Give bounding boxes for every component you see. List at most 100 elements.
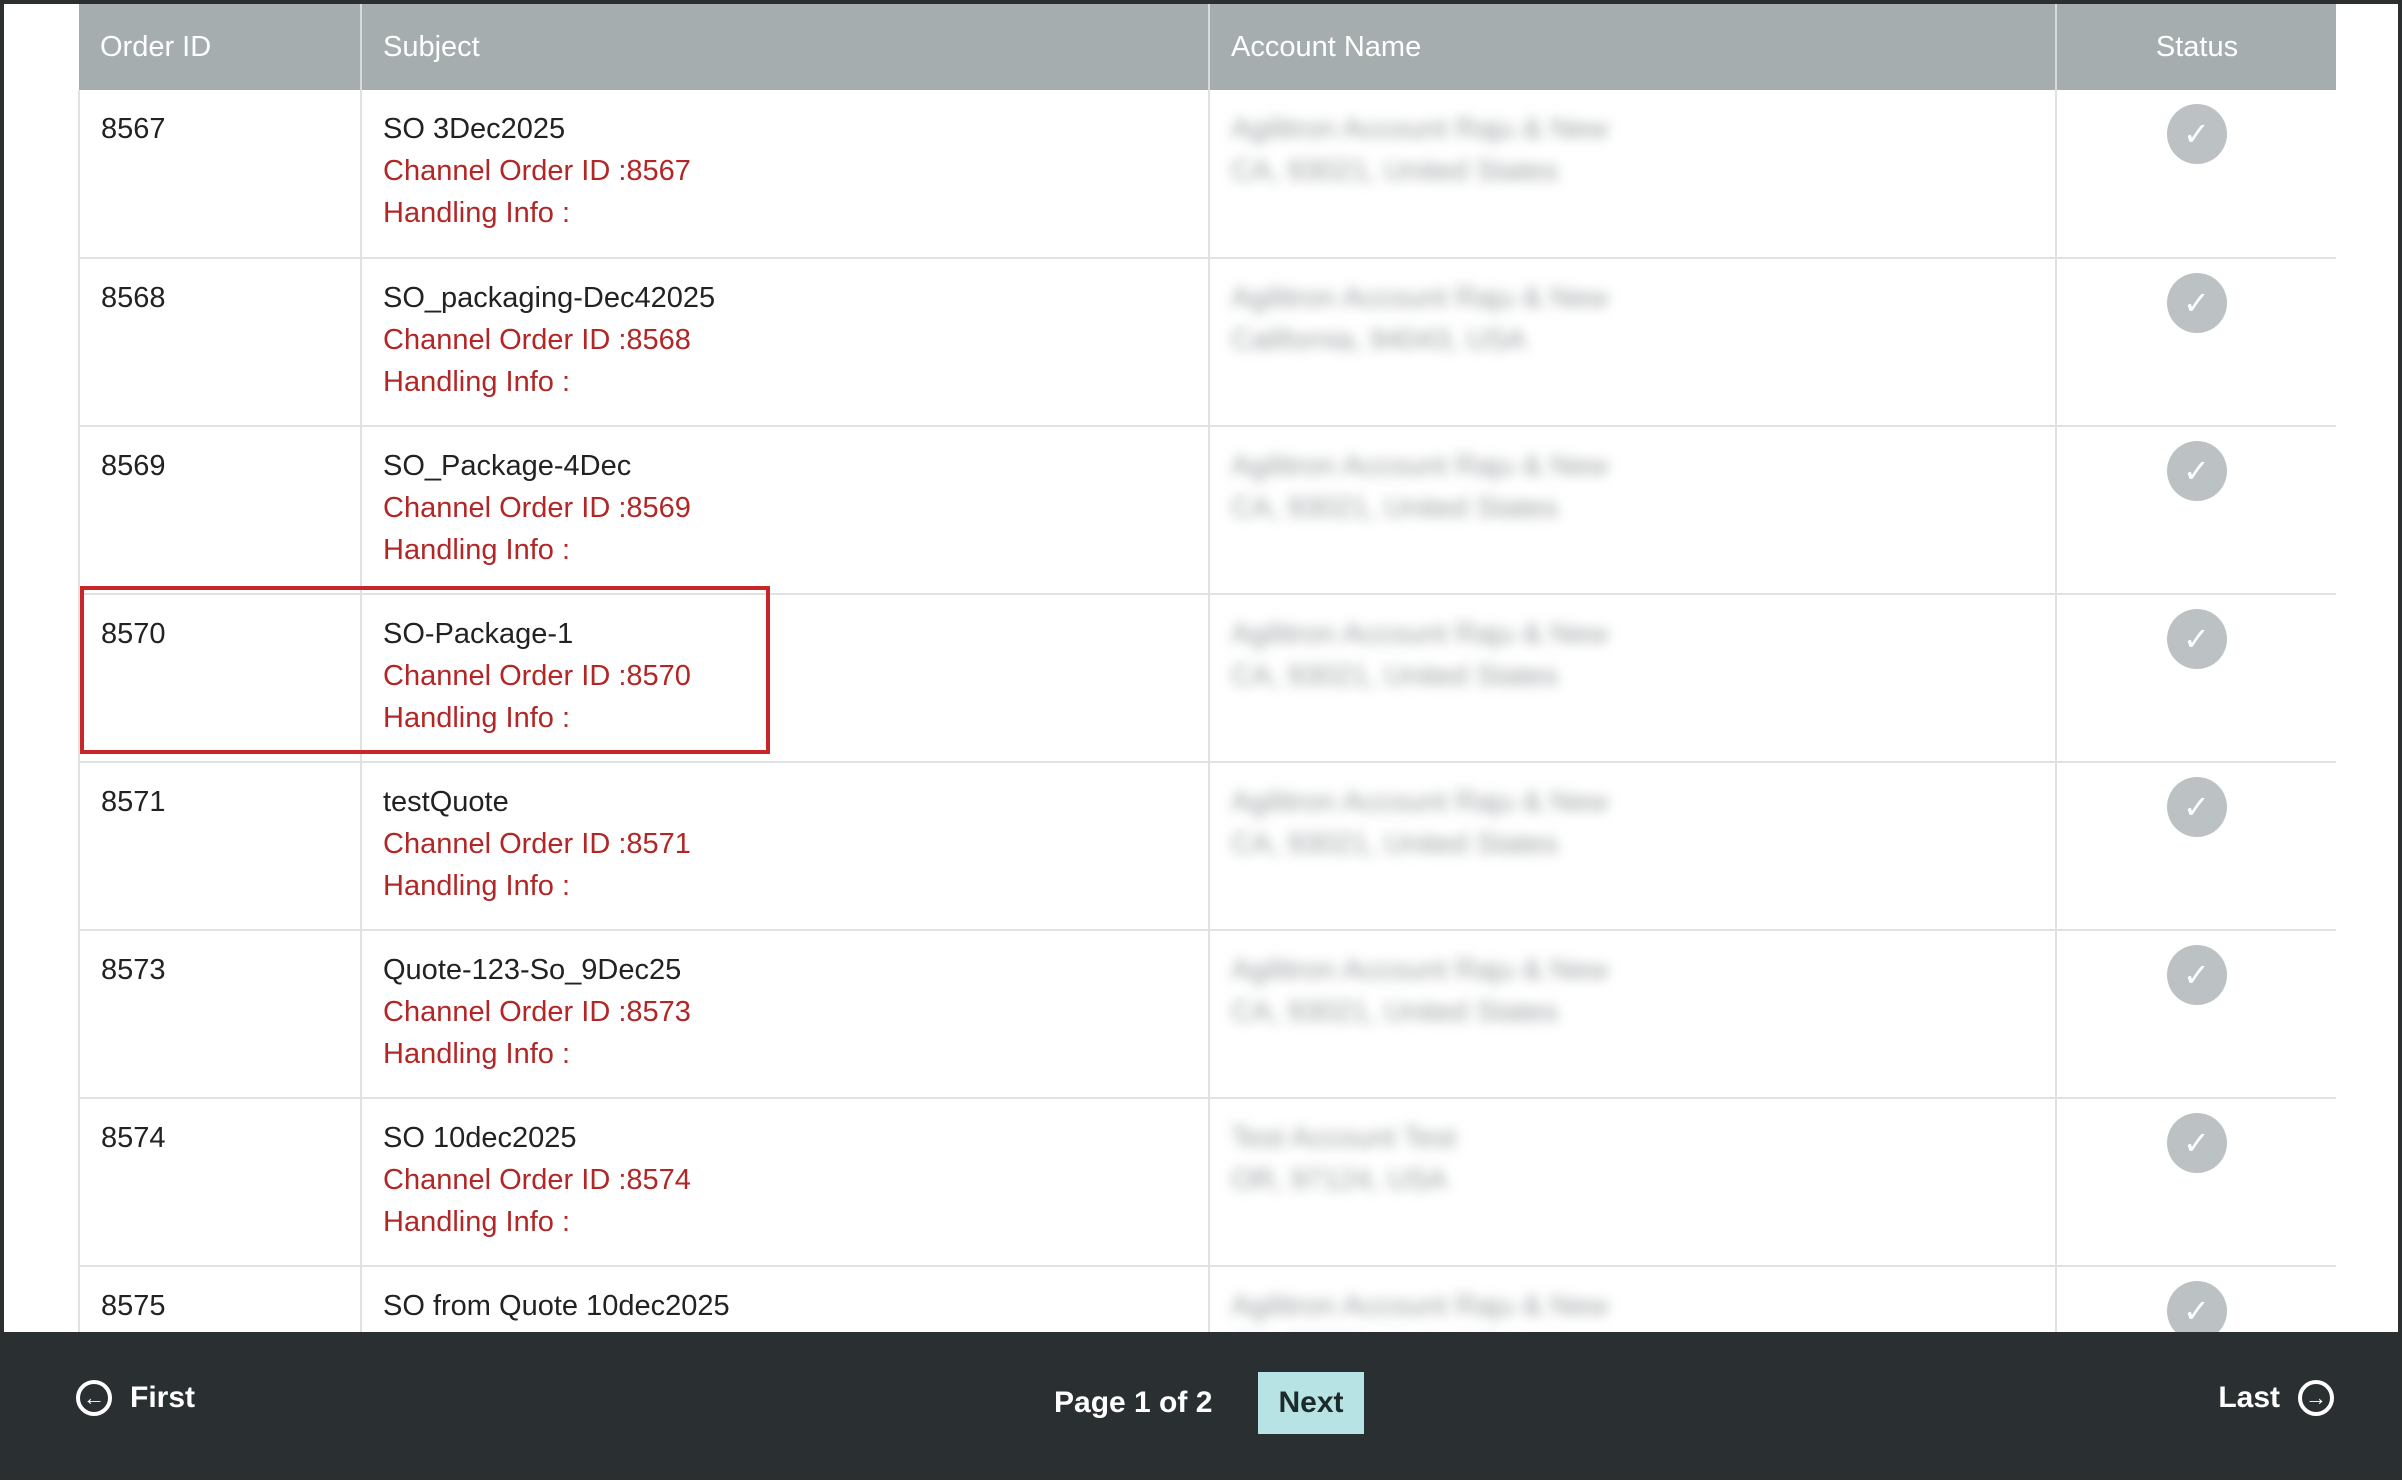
- handling-info: Handling Info :: [383, 1038, 571, 1070]
- account-address: CA, 93021, United States: [1231, 996, 1559, 1028]
- order-id-cell[interactable]: 8567: [78, 90, 362, 259]
- first-label: First: [130, 1381, 196, 1414]
- first-page-button[interactable]: ← First: [76, 1380, 195, 1416]
- check-icon: ✓: [2166, 945, 2227, 1005]
- table-row[interactable]: 8567 SO 3Dec2025 Channel Order ID :8567 …: [78, 90, 2336, 259]
- subject-cell[interactable]: SO_packaging-Dec42025 Channel Order ID :…: [361, 258, 1210, 427]
- table-row[interactable]: 8568 SO_packaging-Dec42025 Channel Order…: [78, 258, 2336, 427]
- last-page-button[interactable]: Last →: [2218, 1380, 2334, 1416]
- order-id-cell[interactable]: 8569: [78, 426, 362, 595]
- table-header-row: Order ID Subject Account Name Status: [79, 4, 2336, 90]
- table-row[interactable]: 8574 SO 10dec2025 Channel Order ID :8574…: [78, 1098, 2336, 1267]
- channel-order-id: Channel Order ID :8570: [383, 660, 691, 692]
- account-name-cell[interactable]: Agilitron Account Raju & New California,…: [1209, 258, 2057, 427]
- check-icon: ✓: [2166, 104, 2227, 164]
- subject-cell[interactable]: testQuote Channel Order ID :8571 Handlin…: [361, 762, 1210, 931]
- order-id: 8574: [101, 1122, 166, 1154]
- account-name-cell[interactable]: Agilitron Account Raju & New CA, 93021, …: [1209, 762, 2057, 931]
- account-address: CA, 93021, United States: [1231, 660, 1559, 692]
- arrow-right-circle-icon: →: [2298, 1380, 2334, 1416]
- check-icon: ✓: [2166, 609, 2227, 669]
- account-name-cell[interactable]: Agilitron Account Raju & New CA, 93021, …: [1209, 90, 2057, 259]
- order-id-cell[interactable]: 8573: [78, 930, 362, 1099]
- subject-cell[interactable]: SO 10dec2025 Channel Order ID :8574 Hand…: [361, 1098, 1210, 1267]
- channel-order-id: Channel Order ID :8574: [383, 1164, 691, 1196]
- account-name: Agilitron Account Raju & New: [1231, 618, 1609, 650]
- subject-text: SO_Package-4Dec: [383, 450, 632, 482]
- next-page-button[interactable]: Next: [1258, 1372, 1364, 1434]
- orders-table: Order ID Subject Account Name Status 856…: [78, 4, 2336, 1340]
- account-name: Agilitron Account Raju & New: [1231, 954, 1609, 986]
- handling-info: Handling Info :: [383, 366, 571, 398]
- order-id: 8567: [101, 113, 166, 145]
- subject-cell[interactable]: Quote-123-So_9Dec25 Channel Order ID :85…: [361, 930, 1210, 1099]
- subject-text: SO 10dec2025: [383, 1122, 577, 1154]
- account-name: Agilitron Account Raju & New: [1231, 786, 1609, 818]
- account-name: Agilitron Account Raju & New: [1231, 450, 1609, 482]
- subject-cell[interactable]: SO_Package-4Dec Channel Order ID :8569 H…: [361, 426, 1210, 595]
- order-id: 8571: [101, 786, 166, 818]
- account-address: OR, 97124, USA: [1231, 1164, 1447, 1196]
- column-header-subject[interactable]: Subject: [361, 4, 1210, 90]
- arrow-left-circle-icon: ←: [76, 1380, 112, 1416]
- page-indicator: Page 1 of 2: [1054, 1386, 1213, 1419]
- handling-info: Handling Info :: [383, 702, 571, 734]
- account-name-cell[interactable]: Test Account Test OR, 97124, USA: [1209, 1098, 2057, 1267]
- handling-info: Handling Info :: [383, 1206, 571, 1238]
- check-icon: ✓: [2166, 1113, 2227, 1173]
- account-address: CA, 93021, United States: [1231, 155, 1559, 187]
- order-id: 8568: [101, 282, 166, 314]
- subject-cell[interactable]: SO from Quote 10dec2025 Channel Order ID…: [361, 1266, 1210, 1340]
- table-row[interactable]: 8573 Quote-123-So_9Dec25 Channel Order I…: [78, 930, 2336, 1099]
- table-row[interactable]: 8575 SO from Quote 10dec2025 Channel Ord…: [78, 1266, 2336, 1340]
- account-address: CA, 93021, United States: [1231, 828, 1559, 860]
- column-header-order-id[interactable]: Order ID: [79, 4, 362, 90]
- check-icon: ✓: [2166, 777, 2227, 837]
- check-icon: ✓: [2166, 273, 2227, 333]
- status-cell: ✓: [2056, 426, 2336, 595]
- check-icon: ✓: [2166, 441, 2227, 501]
- account-address: California, 94043, USA: [1231, 324, 1526, 356]
- order-id-cell[interactable]: 8574: [78, 1098, 362, 1267]
- account-name-cell[interactable]: Agilitron Account Raju & New CA, 93021, …: [1209, 594, 2057, 763]
- table-row[interactable]: 8571 testQuote Channel Order ID :8571 Ha…: [78, 762, 2336, 931]
- account-name-cell[interactable]: Agilitron Account Raju & New CA, 93021, …: [1209, 426, 2057, 595]
- orders-table-container: Order ID Subject Account Name Status 856…: [78, 4, 2336, 1340]
- table-row[interactable]: 8570 SO-Package-1 Channel Order ID :8570…: [78, 594, 2336, 763]
- order-id-cell[interactable]: 8568: [78, 258, 362, 427]
- status-cell: ✓: [2056, 90, 2336, 259]
- handling-info: Handling Info :: [383, 534, 571, 566]
- order-id-cell[interactable]: 8570: [78, 594, 362, 763]
- last-label: Last: [2218, 1381, 2280, 1414]
- column-header-account-name[interactable]: Account Name: [1209, 4, 2057, 90]
- column-header-status[interactable]: Status: [2056, 4, 2336, 90]
- order-id-cell[interactable]: 8575: [78, 1266, 362, 1340]
- status-cell: ✓: [2056, 762, 2336, 931]
- account-name-cell[interactable]: Agilitron Account Raju & New CA, 93021, …: [1209, 1266, 2057, 1340]
- order-id: 8573: [101, 954, 166, 986]
- subject-text: SO 3Dec2025: [383, 113, 566, 145]
- subject-text: testQuote: [383, 786, 509, 818]
- account-name-cell[interactable]: Agilitron Account Raju & New CA, 93021, …: [1209, 930, 2057, 1099]
- handling-info: Handling Info :: [383, 870, 571, 902]
- order-id-cell[interactable]: 8571: [78, 762, 362, 931]
- subject-text: SO-Package-1: [383, 618, 574, 650]
- table-row[interactable]: 8569 SO_Package-4Dec Channel Order ID :8…: [78, 426, 2336, 595]
- subject-cell[interactable]: SO-Package-1 Channel Order ID :8570 Hand…: [361, 594, 1210, 763]
- subject-text: SO from Quote 10dec2025: [383, 1290, 730, 1322]
- status-cell: ✓: [2056, 930, 2336, 1099]
- order-id: 8575: [101, 1290, 166, 1322]
- status-cell: ✓: [2056, 594, 2336, 763]
- account-name: Agilitron Account Raju & New: [1231, 1290, 1609, 1322]
- account-name: Test Account Test: [1231, 1122, 1457, 1154]
- account-name: Agilitron Account Raju & New: [1231, 282, 1609, 314]
- channel-order-id: Channel Order ID :8573: [383, 996, 691, 1028]
- subject-cell[interactable]: SO 3Dec2025 Channel Order ID :8567 Handl…: [361, 90, 1210, 259]
- account-address: CA, 93021, United States: [1231, 492, 1559, 524]
- channel-order-id: Channel Order ID :8568: [383, 324, 691, 356]
- subject-text: SO_packaging-Dec42025: [383, 282, 716, 314]
- app-frame: Order ID Subject Account Name Status 856…: [0, 0, 2402, 1480]
- account-name: Agilitron Account Raju & New: [1231, 113, 1609, 145]
- order-id: 8569: [101, 450, 166, 482]
- order-id: 8570: [101, 618, 166, 650]
